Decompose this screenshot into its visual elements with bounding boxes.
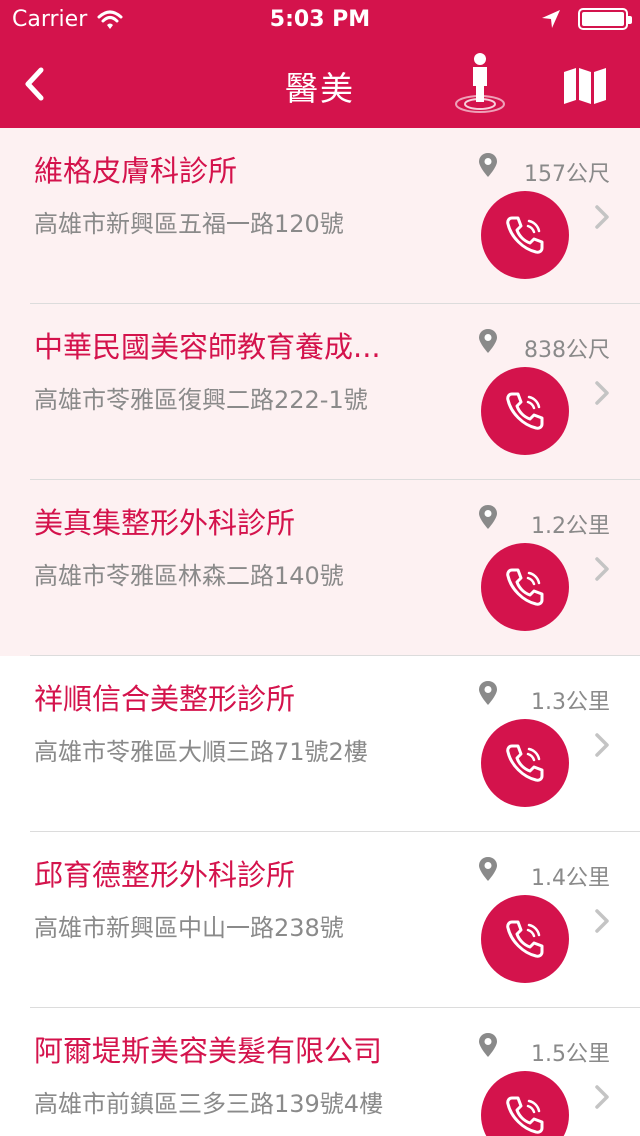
clinic-address: 高雄市苓雅區復興二路222-1號 <box>34 386 368 414</box>
chevron-right-icon <box>595 1085 609 1109</box>
map-icon[interactable] <box>562 66 608 106</box>
person-location-icon[interactable] <box>452 50 508 114</box>
phone-icon <box>506 568 544 606</box>
call-button[interactable] <box>481 1071 569 1136</box>
chevron-right-icon <box>595 909 609 933</box>
phone-icon <box>506 744 544 782</box>
clinic-distance: 838公尺 <box>524 338 610 363</box>
list-item[interactable]: 祥順信合美整形診所 高雄市苓雅區大順三路71號2樓 1.3公里 <box>0 656 640 832</box>
call-button[interactable] <box>481 543 569 631</box>
clinic-distance: 157公尺 <box>524 162 610 187</box>
header: Carrier 5:03 PM 醫美 <box>0 0 640 128</box>
list-item[interactable]: 維格皮膚科診所 高雄市新興區五福一路120號 157公尺 <box>0 128 640 304</box>
map-pin-icon <box>479 329 497 353</box>
map-pin-icon <box>479 1033 497 1057</box>
call-button[interactable] <box>481 719 569 807</box>
clinic-name: 邱育德整形外科診所 <box>34 858 296 892</box>
clinic-distance: 1.3公里 <box>531 690 610 715</box>
call-button[interactable] <box>481 191 569 279</box>
status-bar: Carrier 5:03 PM <box>0 0 640 40</box>
call-button[interactable] <box>481 895 569 983</box>
map-pin-icon <box>479 681 497 705</box>
map-pin-icon <box>479 153 497 177</box>
list-item[interactable]: 美真集整形外科診所 高雄市苓雅區林森二路140號 1.2公里 <box>0 480 640 656</box>
clinic-address: 高雄市苓雅區林森二路140號 <box>34 562 344 590</box>
list-item[interactable]: 中華民國美容師教育養成... 高雄市苓雅區復興二路222-1號 838公尺 <box>0 304 640 480</box>
nav-bar: 醫美 <box>0 40 640 128</box>
battery-fill <box>582 12 624 26</box>
phone-icon <box>506 392 544 430</box>
clinic-name: 阿爾堤斯美容美髮有限公司 <box>34 1034 383 1068</box>
phone-icon <box>506 216 544 254</box>
clinic-address: 高雄市前鎮區三多三路139號4樓 <box>34 1090 384 1118</box>
clinic-list: 維格皮膚科診所 高雄市新興區五福一路120號 157公尺 中華民國美容師教育養成… <box>0 128 640 1136</box>
status-right <box>540 8 632 30</box>
chevron-right-icon <box>595 733 609 757</box>
call-button[interactable] <box>481 367 569 455</box>
battery-icon <box>578 8 632 30</box>
chevron-right-icon <box>595 205 609 229</box>
clinic-distance: 1.2公里 <box>531 514 610 539</box>
clinic-address: 高雄市新興區五福一路120號 <box>34 210 344 238</box>
list-item[interactable]: 邱育德整形外科診所 高雄市新興區中山一路238號 1.4公里 <box>0 832 640 1008</box>
page-title: 醫美 <box>285 69 355 108</box>
clinic-name: 維格皮膚科診所 <box>34 154 238 188</box>
map-pin-icon <box>479 857 497 881</box>
location-arrow-icon <box>542 10 560 28</box>
map-pin-icon <box>479 505 497 529</box>
clinic-name: 祥順信合美整形診所 <box>34 682 296 716</box>
clinic-distance: 1.5公里 <box>531 1042 610 1067</box>
chevron-right-icon <box>595 381 609 405</box>
clinic-address: 高雄市苓雅區大順三路71號2樓 <box>34 738 368 766</box>
phone-icon <box>506 1096 544 1134</box>
clinic-distance: 1.4公里 <box>531 866 610 891</box>
chevron-right-icon <box>595 557 609 581</box>
list-item[interactable]: 阿爾堤斯美容美髮有限公司 高雄市前鎮區三多三路139號4樓 1.5公里 <box>0 1008 640 1136</box>
clinic-name: 中華民國美容師教育養成... <box>34 330 381 364</box>
clinic-name: 美真集整形外科診所 <box>34 506 296 540</box>
phone-icon <box>506 920 544 958</box>
clinic-address: 高雄市新興區中山一路238號 <box>34 914 344 942</box>
